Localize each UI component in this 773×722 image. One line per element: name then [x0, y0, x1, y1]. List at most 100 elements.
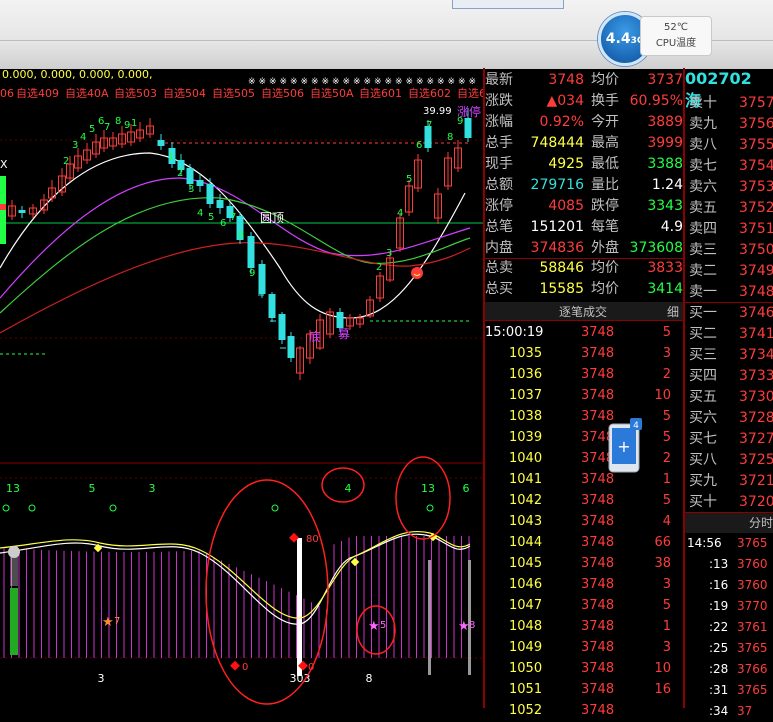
star-mark: ※ — [437, 77, 445, 87]
yuanding-label: 圆顶 — [260, 211, 284, 225]
quote-label: 涨幅 — [485, 114, 513, 130]
tick-row: 1051 3748 16 — [485, 679, 683, 700]
count-down-label: 9 — [249, 268, 255, 279]
tick-time: 1038 — [509, 409, 543, 424]
ask-row: 卖二 3749 — [685, 260, 773, 283]
quote-label: 现手 — [485, 156, 513, 172]
count-down-label: 8 — [238, 230, 244, 241]
tick-row: 1042 3748 5 — [485, 490, 683, 511]
bid-level: 买五 — [689, 389, 717, 405]
count-up-label: 8 — [115, 116, 121, 127]
tick-volume: 3 — [662, 346, 671, 361]
quote-label: 外盘 — [591, 240, 619, 256]
bid-price: 3746 — [739, 305, 773, 321]
quote-label: 内盘 — [485, 240, 513, 256]
minute-row: :28 3766 — [685, 659, 773, 680]
quote-value: 748444 — [530, 135, 584, 151]
quote-label: 均价 — [591, 260, 619, 276]
count-down-label: 6 — [220, 218, 226, 229]
lower-top-count: 6 — [463, 482, 470, 495]
watch-label: 自选505 — [212, 87, 255, 100]
watch-label-row: 06 自选409 自选40A 自选503 自选504 自选505 自选506 自选50A 自选6… — [0, 87, 493, 100]
mini-window[interactable] — [452, 0, 564, 9]
quote-value: 60.95% — [629, 93, 683, 109]
star-mark: ※ — [269, 77, 277, 87]
kdj-white — [0, 533, 471, 625]
quote-label: 总卖 — [485, 260, 513, 276]
quote-value: 3889 — [647, 114, 683, 130]
ask-price: 3755 — [739, 137, 773, 153]
cpu-temp-label: CPU温度 — [655, 38, 697, 49]
minute-price: 3766 — [737, 662, 768, 676]
ask-row: 卖五 3752 — [685, 197, 773, 220]
tick-volume: 5 — [662, 493, 671, 508]
watch-label: 自选504 — [163, 87, 206, 100]
candle-body — [206, 184, 214, 204]
ask-level: 卖一 — [689, 284, 717, 300]
kline-chart[interactable]: 0.000, 0.000, 0.000, 0.000, 06 自选409 自选40A… — [0, 68, 493, 708]
tick-row: 1050 3748 10 — [485, 658, 683, 679]
grey-bar — [428, 560, 431, 675]
tick-time: 1052 — [509, 703, 543, 718]
star-mark: ※ — [259, 77, 267, 87]
dot-marker — [28, 504, 36, 512]
minute-price: 3770 — [737, 599, 768, 613]
ticks-detail-button[interactable]: 细 — [667, 303, 679, 320]
tick-volume: 3 — [662, 577, 671, 592]
tick-time: 1036 — [509, 367, 543, 382]
tick-time: 1044 — [509, 535, 543, 550]
quote-row: 总笔 151201 每笔 4.9 — [485, 217, 683, 238]
tick-row: 1038 3748 5 — [485, 406, 683, 427]
count-up-label: 3 — [72, 140, 78, 151]
dot-marker — [2, 504, 10, 512]
candle-body — [186, 168, 194, 184]
marker-label: 8 — [469, 620, 475, 631]
bid-row: 买八 3725 — [685, 449, 773, 472]
ask-row: 卖四 3751 — [685, 218, 773, 241]
quote-value: 151201 — [530, 219, 584, 235]
di-label: 底 — [309, 329, 321, 344]
quote-label: 总买 — [485, 281, 513, 297]
minute-header[interactable]: 分时 — [685, 512, 773, 533]
tick-volume: 38 — [654, 556, 671, 571]
watch-label: 自选50A — [310, 87, 354, 100]
star-mark: ※ — [311, 77, 319, 87]
quote-label: 最高 — [591, 135, 619, 151]
count-up-label: 7 — [104, 122, 110, 133]
mobile-sync-icon[interactable]: + 4 — [608, 418, 642, 474]
count-up-label: 7 — [426, 120, 432, 131]
minute-price: 3760 — [737, 557, 768, 571]
x-label: X — [0, 158, 8, 171]
tick-row: 1046 3748 3 — [485, 574, 683, 595]
cpu-temp-widget: 52℃ CPU温度 — [640, 16, 712, 56]
tick-price: 3748 — [581, 661, 615, 676]
count-down-label: 5 — [208, 212, 214, 223]
quote-total-row: 总卖 58846 均价 3833 — [485, 258, 683, 279]
bid-price: 3720 — [739, 494, 773, 510]
candle-body — [464, 118, 472, 138]
quote-label: 跌停 — [591, 198, 619, 214]
tick-price: 3748 — [581, 703, 615, 718]
bid-level: 买一 — [689, 305, 717, 321]
quote-row: 涨停 4085 跌停 3343 — [485, 196, 683, 217]
minute-time: :13 — [709, 557, 729, 571]
quote-value: 4925 — [548, 156, 584, 172]
kline-chart-panel[interactable]: 0.000, 0.000, 0.000, 0.000, 06 自选409 自选40A… — [0, 68, 493, 708]
bottom-label: 303 — [290, 672, 311, 685]
minute-row: :13 3760 — [685, 554, 773, 575]
bid-level: 买九 — [689, 473, 717, 489]
candle-body — [278, 314, 286, 340]
tick-volume: 16 — [654, 682, 671, 697]
count-up-label: 3 — [386, 248, 392, 259]
ask-level: 卖五 — [689, 200, 717, 216]
star-mark: ※ — [364, 77, 372, 87]
lower-top-count: 3 — [149, 482, 156, 495]
quote-value: 3833 — [647, 260, 683, 276]
watch-label: 自选60 — [457, 87, 483, 100]
quote-value: 374836 — [530, 240, 584, 256]
star-mark: ※ — [332, 77, 340, 87]
ticks-header[interactable]: 逐笔成交 细 — [485, 302, 683, 321]
minute-time: :22 — [709, 620, 729, 634]
tick-row: 1047 3748 5 — [485, 595, 683, 616]
tick-time: 1043 — [509, 514, 543, 529]
